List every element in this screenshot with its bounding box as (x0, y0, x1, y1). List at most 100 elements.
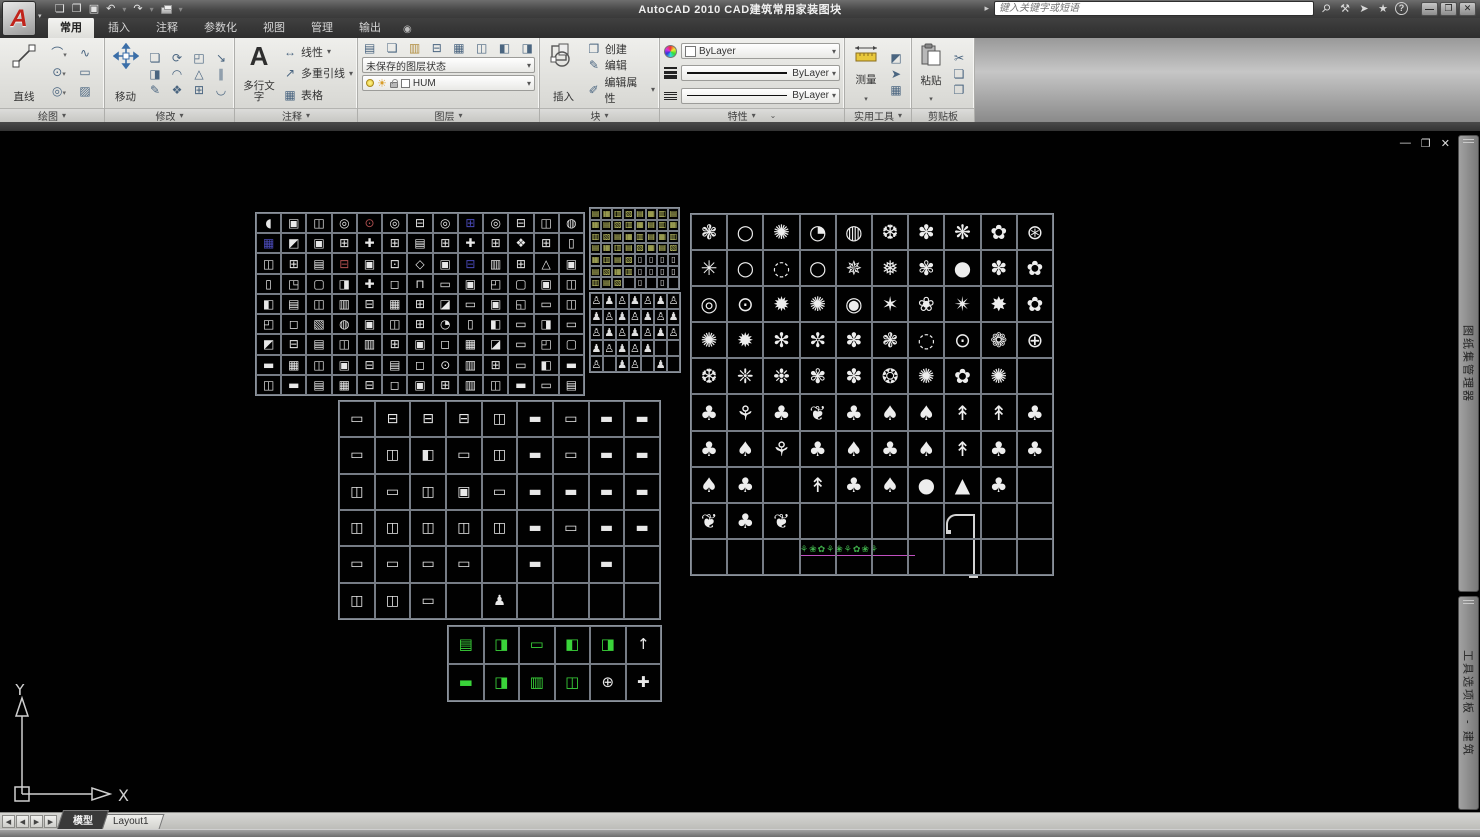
create-block-button[interactable]: ❐ 创建 (587, 41, 655, 57)
drawing-canvas[interactable]: — ❐ ✕ ⚘❀✿⚘❀⚘✿❀⚘ Y X 图纸集管理器 工具选 (0, 131, 1480, 812)
linear-dimension-button[interactable]: ↔ 线性 ▾ (283, 44, 353, 60)
help-search-input[interactable] (994, 1, 1314, 16)
layer-state-dropdown[interactable]: 未保存的图层状态 ▾ (362, 57, 535, 73)
measure-button[interactable]: 测量 ▾ (849, 41, 883, 106)
edit-attributes-button[interactable]: ✐ 编辑属性 ▾ (587, 74, 655, 106)
color-wheel-icon[interactable] (664, 45, 677, 58)
panel-label-clipboard[interactable]: 剪贴板 (912, 108, 974, 122)
next-tab-button[interactable]: ▶ (30, 815, 43, 828)
panel-label-annotate[interactable]: 注释 ▾ (235, 108, 357, 122)
people-blocks-grid[interactable]: ♙♟♙♟♙♟♙♟♙♟♙♟♙♟♙♟♙♟♙♟♙♟♙♟♙♟♙♟♙♟ (589, 292, 681, 373)
panel-launcher-icon[interactable]: ⌄ (770, 111, 777, 120)
mtext-button[interactable]: A 多行文字 (239, 41, 279, 106)
stretch-tool-icon[interactable]: ◰ (190, 51, 208, 65)
layer-off-icon[interactable]: ⊟ (432, 41, 442, 55)
rotate-tool-icon[interactable]: ⟳ (168, 51, 186, 65)
copy-tool-icon[interactable]: ❏ (146, 51, 164, 65)
drawing-close-button[interactable]: ✕ (1441, 137, 1450, 150)
tab-layout1[interactable]: Layout1 (98, 814, 164, 829)
panel-label-properties[interactable]: 特性 ▾ ⌄ (660, 108, 844, 122)
restore-button[interactable]: ❐ (1440, 2, 1457, 16)
mirror-tool-icon[interactable]: ◨ (146, 67, 164, 81)
move-button[interactable]: 移动 (109, 41, 142, 106)
panel-label-block[interactable]: 块 ▾ (540, 108, 659, 122)
arc-tool-icon[interactable]: ⌒▾ (48, 46, 70, 63)
linetype-dropdown[interactable]: ByLayer ▾ (681, 88, 840, 104)
drawing-minimize-button[interactable]: — (1400, 137, 1411, 150)
sheet-set-manager-palette[interactable]: 图纸集管理器 (1458, 135, 1479, 592)
multileader-button[interactable]: ↗ 多重引线 ▾ (283, 65, 353, 81)
lineweight-dropdown[interactable]: ByLayer ▾ (681, 65, 840, 81)
ellipse-tool-icon[interactable]: ◎▾ (48, 84, 70, 101)
favorites-icon[interactable]: ★ (1376, 2, 1390, 15)
application-menu-button[interactable]: A (2, 1, 36, 36)
tab-insert[interactable]: 插入 (96, 17, 142, 38)
save-file-icon[interactable]: ▣ (89, 0, 99, 18)
app-menu-dropdown-icon[interactable]: ▾ (38, 12, 42, 20)
vehicle-blocks-grid[interactable]: ▭⊟⊟⊟◫▬▭▬▬▭◫◧▭◫▬▭▬▬◫▭◫▣▭▬▬▬▬◫◫◫◫◫▬▭▬▬▭▭▭▭… (338, 400, 661, 620)
tab-parametric[interactable]: 参数化 (192, 17, 249, 38)
print-icon[interactable] (161, 7, 172, 14)
paste-button[interactable]: 粘贴 ▾ (916, 41, 946, 106)
circle-tool-icon[interactable]: ⊙▾ (48, 65, 70, 82)
last-tab-button[interactable]: ▶ (44, 815, 57, 828)
layer-properties-icon[interactable]: ▤ (364, 41, 375, 55)
tab-manage[interactable]: 管理 (299, 17, 345, 38)
panel-label-draw[interactable]: 绘图 ▾ (0, 108, 104, 122)
array-tool-icon[interactable]: ⊞ (190, 83, 208, 97)
tab-annotate[interactable]: 注释 (144, 17, 190, 38)
erase-tool-icon[interactable]: ✎ (146, 83, 164, 97)
furniture-blocks-grid[interactable]: ◖▣◫◎⊙◎⊟◎⊞◎⊟◫◍▦◩▣⊞✚⊞▤⊞✚⊞❖⊞▯◫⊞▤⊟▣⊡◇▣⊟▥⊞△▣▯… (255, 212, 585, 396)
spline-tool-icon[interactable]: ∿ (74, 46, 96, 63)
chamfer-tool-icon[interactable]: ◡ (212, 83, 230, 97)
panel-label-utilities[interactable]: 实用工具 ▾ (845, 108, 911, 122)
paste-special-icon[interactable]: ❐ (950, 83, 968, 97)
tool-palettes-bar[interactable]: 工具选项板 - 建筑 (1458, 596, 1479, 810)
tab-view[interactable]: 视图 (251, 17, 297, 38)
communication-center-icon[interactable]: ➤ (1357, 2, 1371, 15)
close-button[interactable]: ✕ (1459, 2, 1476, 16)
panel-label-layers[interactable]: 图层 ▾ (358, 108, 539, 122)
door-window-blocks-grid[interactable]: ▤▦▥▧▤▦▥▤▦▤▧▥▦▤▥▦▥▧▤▦▥▤▦▥▤▦▥▤▧▦▤▧▦▥▤▧▯▯▯▯… (589, 207, 680, 290)
annotation-green-blocks-grid[interactable]: ▤◨▭◧◨↑▬◨▥◫⊕✚ (447, 625, 662, 702)
undo-icon[interactable]: ↶ (106, 0, 115, 18)
layer-freeze-icon[interactable]: ▥ (409, 41, 420, 55)
offset-tool-icon[interactable]: ∥ (212, 67, 230, 81)
layer-new-icon[interactable]: ❏ (387, 41, 398, 55)
first-tab-button[interactable]: ◀ (2, 815, 15, 828)
tab-model[interactable]: 模型 (57, 810, 109, 829)
quick-calc-icon[interactable]: ▦ (887, 83, 905, 97)
search-icon[interactable]: ⚲ (1316, 0, 1335, 18)
open-file-icon[interactable]: ❐ (72, 0, 82, 18)
trim-tool-icon[interactable]: △ (190, 67, 208, 81)
new-file-icon[interactable]: ❏ (55, 0, 65, 18)
tab-home[interactable]: 常用 (48, 17, 94, 38)
panel-label-modify[interactable]: 修改 ▾ (105, 108, 234, 122)
layer-match-icon[interactable]: ◫ (476, 41, 487, 55)
id-point-icon[interactable]: ➤ (887, 67, 905, 81)
drawing-restore-button[interactable]: ❐ (1421, 137, 1431, 150)
undo-dropdown-icon[interactable]: ▾ (122, 5, 126, 14)
print-dropdown-icon[interactable]: ▾ (179, 5, 183, 14)
hatch-tool-icon[interactable]: ▨ (74, 84, 96, 101)
edit-block-button[interactable]: ✎ 编辑 (587, 57, 655, 73)
tree-plant-blocks-grid[interactable]: ❃○✺◔◍❆✽❋✿⊛✳○◌○✵❅✾●✽✿◎⊙✹✺◉✶❀✴✸✿✺✹✻✼✽❃◌⊙❁⊕… (690, 213, 1054, 576)
search-flyout-icon[interactable]: ▸ (984, 3, 989, 14)
ribbon-extra-icon[interactable]: ◉ (403, 24, 412, 38)
layer-walk-icon[interactable]: ◨ (522, 41, 533, 55)
line-button[interactable]: 直线 (4, 41, 44, 106)
object-color-dropdown[interactable]: ByLayer ▾ (681, 43, 840, 59)
scale-tool-icon[interactable]: ↘ (212, 51, 230, 65)
prev-tab-button[interactable]: ◀ (16, 815, 29, 828)
layer-previous-icon[interactable]: ◧ (499, 41, 510, 55)
layer-isolate-icon[interactable]: ▦ (453, 41, 464, 55)
fillet-tool-icon[interactable]: ◠ (168, 67, 186, 81)
explode-tool-icon[interactable]: ❖ (168, 83, 186, 97)
insert-block-button[interactable]: 插入 (544, 41, 583, 106)
subscription-icon[interactable]: ⚒ (1338, 2, 1352, 15)
cut-icon[interactable]: ✂ (950, 51, 968, 65)
quick-select-icon[interactable]: ◩ (887, 51, 905, 65)
layer-dropdown[interactable]: ☀ HUM ▾ (362, 75, 535, 91)
table-button[interactable]: ▦ 表格 (283, 87, 353, 103)
rectangle-tool-icon[interactable]: ▭ (74, 65, 96, 82)
